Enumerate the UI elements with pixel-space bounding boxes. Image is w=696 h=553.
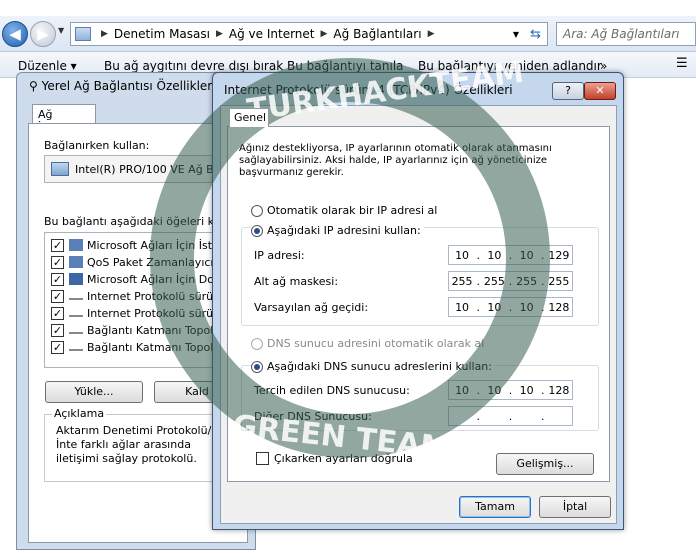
dialog-title: Internet Protokolü sürüm 4 (TCP/IPv4) Öz… [224, 83, 513, 97]
checkbox[interactable]: ✓ [51, 340, 64, 354]
radio-button[interactable] [251, 224, 263, 237]
chevron-right-icon: ▶ [427, 29, 435, 39]
help-button[interactable]: ? [552, 82, 584, 100]
gateway-label: Varsayılan ağ geçidi: [254, 301, 369, 314]
ip-address-label: IP adresi: [254, 249, 305, 262]
forward-button[interactable]: ▶ [30, 21, 56, 47]
list-item[interactable]: ✓ Microsoft Ağları İçin Dosya [51, 271, 233, 287]
refresh-icon[interactable]: ⇆ [530, 27, 541, 42]
checkbox[interactable]: ✓ [51, 238, 64, 252]
adapter-field: Intel(R) PRO/100 VE Ağ Bağ [44, 155, 240, 183]
alternate-dns-label: Diğer DNS Sunucusu: [254, 410, 372, 423]
connect-using-label: Bağlanırken kullan: [44, 139, 150, 152]
alternate-dns-field[interactable]: ... [448, 406, 573, 426]
checkbox[interactable]: ✓ [51, 306, 64, 320]
protocol-icon [69, 309, 83, 317]
checkbox[interactable] [256, 452, 269, 465]
control-panel-icon [75, 27, 91, 41]
checkbox[interactable]: ✓ [51, 289, 64, 303]
breadcrumb-network-internet[interactable]: Ağ ve Internet [229, 27, 315, 41]
description-text: Aktarım Denetimi Protokolü/İnte farklı a… [56, 424, 212, 465]
breadcrumb-network-connections[interactable]: Ağ Bağlantıları [333, 27, 421, 41]
checkbox[interactable]: ✓ [51, 323, 64, 337]
ip-address-field[interactable]: 10. 10. 10. 129 [448, 245, 573, 265]
protocol-icon [69, 292, 83, 300]
ipv4-properties-dialog: Internet Protokolü sürüm 4 (TCP/IPv4) Öz… [212, 72, 624, 530]
list-item[interactable]: ✓ Microsoft Ağları İçin İstemc [51, 237, 236, 253]
chevron-right-icon: ▶ [215, 29, 223, 39]
view-options-icon[interactable]: ☰ [676, 56, 688, 71]
close-button[interactable]: ✕ [584, 82, 616, 100]
advanced-button[interactable]: Gelişmiş... [496, 453, 594, 475]
network-icon: ⚲ [29, 79, 42, 93]
checkbox[interactable]: ✓ [51, 255, 64, 269]
radio-button[interactable] [251, 337, 263, 350]
address-field[interactable]: ▶ Denetim Masası ▶ Ağ ve Internet ▶ Ağ B… [70, 22, 548, 46]
tab-networking[interactable]: Ağ İletişimi [32, 104, 96, 134]
qos-icon [69, 256, 83, 268]
components-list: ✓ Microsoft Ağları İçin İstemc ✓ QoS Paket… [44, 232, 240, 368]
cancel-button[interactable]: İptal [539, 496, 611, 518]
back-button[interactable]: ◀ [2, 21, 28, 47]
description-title: Açıklama [52, 407, 107, 420]
window-title: ⚲ Yerel Ağ Bağlantısı Özellikleri [29, 79, 216, 93]
list-item[interactable]: ✓ Bağlantı Katmanı Topolojisi [51, 339, 235, 355]
search-input[interactable]: Ara: Ağ Bağlantıları [556, 22, 696, 46]
adapter-icon [51, 162, 69, 176]
network-client-icon [69, 239, 83, 251]
tab-general[interactable]: Genel [229, 108, 269, 127]
more-commands-button[interactable]: » [600, 59, 607, 73]
subnet-mask-field[interactable]: 255. 255. 255. 255 [448, 271, 573, 291]
preferred-dns-field[interactable]: 10. 10. 10. 128 [448, 380, 573, 400]
protocol-icon [69, 343, 83, 351]
auto-ip-option[interactable]: Otomatik olarak bir IP adresi al [251, 204, 437, 217]
chevron-right-icon: ▶ [101, 29, 108, 39]
radio-button[interactable] [251, 360, 263, 373]
list-item[interactable]: ✓ Internet Protokolü sürüm 6 [51, 288, 234, 304]
history-dropdown-icon[interactable]: ▼ [58, 26, 64, 35]
subnet-mask-label: Alt ağ maskesi: [254, 275, 339, 288]
organize-menu[interactable]: Düzenle ▾ [18, 59, 77, 73]
list-item[interactable]: ✓ QoS Paket Zamanlayıcısı [51, 254, 222, 270]
install-button[interactable]: Yükle... [45, 381, 143, 403]
list-item[interactable]: ✓ Bağlantı Katmanı Topolojisi [51, 322, 235, 338]
breadcrumb-control-panel[interactable]: Denetim Masası [114, 27, 210, 41]
diagnose-button[interactable]: Bu bağlantıyı tanıla [287, 59, 404, 73]
dialog-description: Ağınız destekliyorsa, IP ayarlarının oto… [239, 143, 552, 178]
address-bar: ◀ ▶ ▼ ▶ Denetim Masası ▶ Ağ ve Internet … [0, 16, 696, 52]
manual-dns-option[interactable]: Aşağıdaki DNS sunucu adreslerini kullan: [251, 360, 495, 373]
gateway-field[interactable]: 10. 10. 10. 128 [448, 297, 573, 317]
radio-button[interactable] [251, 204, 263, 217]
manual-ip-option[interactable]: Aşağıdaki IP adresini kullan: [251, 224, 424, 237]
rename-button[interactable]: Bu bağlantıyı yeniden adlandır [418, 59, 602, 73]
preferred-dns-label: Tercih edilen DNS sunucusu: [254, 384, 410, 397]
checkbox[interactable]: ✓ [51, 272, 64, 286]
file-sharing-icon [69, 273, 83, 285]
validate-settings-option[interactable]: Çıkarken ayarları doğrula [256, 452, 413, 465]
list-item[interactable]: ✓ Internet Protokolü sürüm 4 [51, 305, 234, 321]
ok-button[interactable]: Tamam [459, 496, 531, 518]
auto-dns-option[interactable]: DNS sunucu adresini otomatik olarak al [251, 337, 484, 350]
chevron-right-icon: ▶ [320, 29, 328, 39]
protocol-icon [69, 326, 83, 334]
disable-device-button[interactable]: Bu ağ aygıtını devre dışı bırak [104, 59, 283, 73]
address-dropdown-icon[interactable]: ▼ [513, 30, 519, 39]
